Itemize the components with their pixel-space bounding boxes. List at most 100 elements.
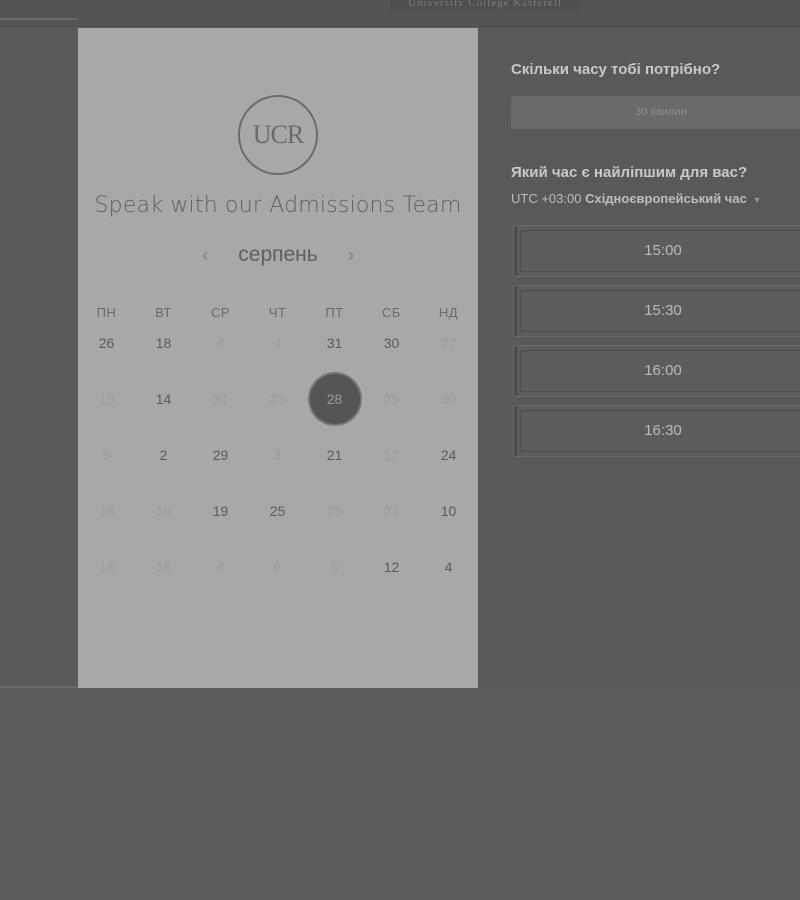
day-number: 31 — [326, 335, 343, 351]
day-number: 12 — [383, 559, 400, 575]
day-number: 25 — [326, 503, 343, 519]
calendar-day: 19 — [135, 491, 192, 531]
day-number: 29 — [212, 447, 229, 463]
month-label: серпень — [238, 243, 318, 266]
duration-select[interactable]: 30 хвилин — [511, 96, 800, 129]
calendar-week-row: 18 19 19 25 25 21 10 — [78, 491, 478, 547]
background-page — [0, 688, 800, 900]
timezone-name: Східноєвропейський час — [585, 191, 747, 206]
chevron-left-icon[interactable]: ‹ — [197, 245, 213, 266]
weekday-label: ПН — [96, 305, 117, 320]
day-number: 4 — [273, 335, 282, 351]
day-number: 10 — [440, 503, 457, 519]
timezone-select[interactable]: UTC +03:00 Східноєвропейський час ▾ — [511, 191, 759, 206]
month-navigation: ‹ серпень › — [78, 242, 478, 268]
time-slot-button[interactable]: 15:30 — [513, 285, 800, 337]
calendar-day: 30 — [420, 379, 477, 419]
day-number: 18 — [155, 559, 172, 575]
calendar-day: 6 — [249, 547, 306, 587]
weekday-label: ЧТ — [268, 305, 287, 320]
calendar-day: 27 — [420, 323, 477, 363]
day-number: 21 — [326, 447, 343, 463]
calendar-day[interactable]: 18 — [135, 323, 192, 363]
day-number: 26 — [98, 335, 115, 351]
calendar-day[interactable]: 24 — [420, 435, 477, 475]
page-title: Speak with our Admissions Team — [94, 193, 462, 218]
weekday-label: ВТ — [155, 305, 172, 320]
time-slot-button[interactable]: 16:30 — [513, 405, 800, 457]
time-slot-button[interactable]: 16:00 — [513, 345, 800, 397]
calendar-day[interactable]: 19 — [192, 491, 249, 531]
calendar-day: 3 — [249, 435, 306, 475]
calendar-day[interactable]: 31 — [306, 323, 363, 363]
calendar-day[interactable]: 25 — [249, 491, 306, 531]
calendar-day: 19 — [78, 379, 135, 419]
time-slot-button[interactable]: 15:00 — [513, 225, 800, 277]
background-divider — [0, 18, 78, 20]
calendar-day[interactable]: 26 — [78, 323, 135, 363]
weekday-label: СР — [210, 305, 231, 320]
calendar-day: 4 — [192, 547, 249, 587]
calendar-day-selected[interactable]: 28 — [306, 374, 363, 424]
calendar-weeks: 26 18 4 4 31 30 27 19 14 31 23 28 29 30 5 2 29 3 21 17 24 18 1… — [78, 323, 478, 603]
calendar-day: 5 — [78, 435, 135, 475]
weekday-label: ПТ — [325, 305, 344, 320]
duration-question: Скільки часу тобі потрібно? — [511, 61, 721, 78]
day-number: 21 — [383, 503, 400, 519]
calendar-day[interactable]: 29 — [192, 435, 249, 475]
day-number: 19 — [212, 503, 229, 519]
calendar-day[interactable]: 4 — [420, 547, 477, 587]
calendar-week-row: 14 18 4 6 5 12 4 — [78, 547, 478, 603]
calendar-day[interactable]: 14 — [135, 379, 192, 419]
booking-panel: Скільки часу тобі потрібно? 30 хвилин Як… — [478, 28, 800, 688]
calendar-day: 18 — [135, 547, 192, 587]
calendar-day[interactable]: 21 — [306, 435, 363, 475]
time-question: Який час є найліпшим для вас? — [511, 164, 748, 181]
brand-logo-text: University College Kasterell — [390, 0, 580, 11]
calendar-day[interactable]: 10 — [420, 491, 477, 531]
calendar-day: 23 — [249, 379, 306, 419]
calendar-week-row: 5 2 29 3 21 17 24 — [78, 435, 478, 491]
weekday-header: ПН ВТ СР ЧТ ПТ СБ НД — [78, 303, 478, 323]
day-number: 30 — [383, 335, 400, 351]
day-number: 18 — [155, 335, 172, 351]
calendar-day: 25 — [306, 491, 363, 531]
day-number: 29 — [383, 391, 400, 407]
chevron-down-icon: ▾ — [754, 195, 760, 206]
ucr-logo: UCR — [238, 95, 318, 175]
day-number: 5 — [102, 447, 111, 463]
day-number: 2 — [159, 447, 168, 463]
calendar-week-row: 26 18 4 4 31 30 27 — [78, 323, 478, 379]
calendar-day[interactable]: 30 — [363, 323, 420, 363]
day-number: 31 — [212, 391, 229, 407]
day-number: 14 — [155, 391, 172, 407]
timezone-offset: UTC +03:00 — [511, 191, 582, 206]
calendar-day: 17 — [363, 435, 420, 475]
calendar-day: 31 — [192, 379, 249, 419]
day-number: 25 — [269, 503, 286, 519]
calendar-day[interactable]: 2 — [135, 435, 192, 475]
day-number: 3 — [273, 447, 282, 463]
day-number: 4 — [216, 559, 225, 575]
weekday-label: СБ — [382, 305, 401, 320]
weekday-label: НД — [438, 305, 459, 320]
background-left-column — [0, 28, 78, 688]
day-number: 14 — [98, 559, 115, 575]
calendar-day[interactable]: 12 — [363, 547, 420, 587]
day-number: 24 — [440, 447, 457, 463]
logo-text: UCR — [252, 120, 304, 149]
day-number: 27 — [440, 335, 457, 351]
day-number: 4 — [444, 559, 453, 575]
day-number: 4 — [216, 335, 225, 351]
day-number: 19 — [98, 391, 115, 407]
calendar-week-row: 19 14 31 23 28 29 30 — [78, 374, 478, 435]
calendar-day: 4 — [192, 323, 249, 363]
calendar-panel: UCR Speak with our Admissions Team ‹ сер… — [78, 28, 478, 688]
calendar-day: 4 — [249, 323, 306, 363]
calendar-day: 5 — [306, 547, 363, 587]
day-number: 28 — [326, 391, 343, 407]
day-number: 23 — [269, 391, 286, 407]
chevron-right-icon[interactable]: › — [343, 245, 359, 266]
calendar-day: 29 — [363, 379, 420, 419]
day-number: 30 — [440, 391, 457, 407]
